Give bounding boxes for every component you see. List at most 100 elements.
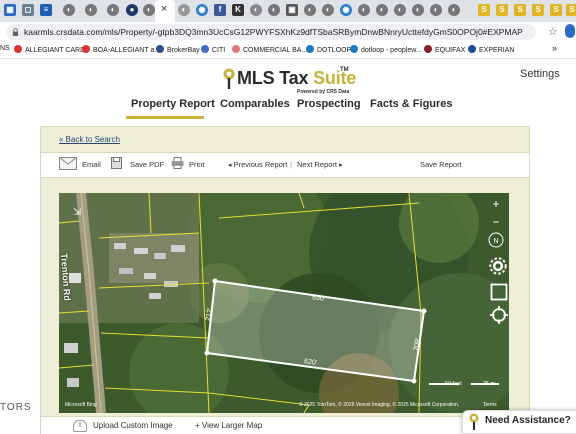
bookmark-item[interactable]: dotloop - peoplew... xyxy=(350,45,422,54)
need-assistance-button[interactable]: Need Assistance? xyxy=(462,410,576,434)
bookmark-icon xyxy=(350,45,358,53)
bookmark-item[interactable]: BrokerBay xyxy=(156,45,200,54)
bookmark-item[interactable]: DOTLOOP xyxy=(306,45,351,54)
tab-icon[interactable]: ◐ xyxy=(376,4,388,16)
tab-icon[interactable]: ▣ xyxy=(286,4,298,16)
assistance-pin-icon xyxy=(469,413,479,430)
print-icon[interactable] xyxy=(171,157,184,169)
locate-icon[interactable] xyxy=(490,306,508,324)
upload-icon[interactable]: ⇧ xyxy=(73,420,87,432)
tab-icon[interactable]: ◉ xyxy=(196,4,208,16)
tab-icon[interactable]: ◻ xyxy=(22,4,34,16)
map-settings-gear-icon[interactable] xyxy=(489,257,507,275)
nav-facts-figures[interactable]: Facts & Figures xyxy=(370,98,453,110)
tab-icon[interactable]: ◐ xyxy=(394,4,406,16)
next-report-link[interactable]: Next Report ▸ xyxy=(297,160,343,169)
tab-icon[interactable]: ◐ xyxy=(412,4,424,16)
tab-icon[interactable]: S xyxy=(478,4,490,16)
bookmark-icon xyxy=(82,45,90,53)
tab-icon[interactable]: ◐ xyxy=(250,4,262,16)
email-button[interactable]: Email xyxy=(82,160,101,169)
tab-icon[interactable]: K xyxy=(232,4,244,16)
bookmarks-more-button[interactable]: » xyxy=(552,43,557,53)
tab-icon[interactable]: S xyxy=(532,4,544,16)
settings-link[interactable]: Settings xyxy=(520,68,560,80)
site-page: MLS Tax Suite TM Powered by CRS Data Set… xyxy=(0,59,576,434)
lock-icon xyxy=(12,28,19,36)
print-button[interactable]: Print xyxy=(189,160,204,169)
bookmark-icon xyxy=(232,45,240,53)
need-assistance-label: Need Assistance? xyxy=(485,415,571,426)
url-input[interactable]: kaarmls.crsdata.com/mls/Property/-gtpb3D… xyxy=(6,24,536,40)
parcel-map[interactable]: 630' 620' 212' 209' Trenton Rd ⇲ + − N 5… xyxy=(59,193,509,413)
nav-prospecting[interactable]: Prospecting xyxy=(297,98,361,110)
scale-label-feet: 50 feet xyxy=(445,381,462,387)
bookmark-item[interactable]: BOA-ALLEGIANT a... xyxy=(82,45,160,54)
logo-trademark: TM xyxy=(340,67,349,73)
map-brand: Microsoft Bing xyxy=(65,402,97,408)
nav-comparables[interactable]: Comparables xyxy=(220,98,290,110)
close-tab-icon[interactable]: × xyxy=(161,3,167,15)
back-to-search-link[interactable]: « Back to Search xyxy=(59,135,120,144)
partial-page-text: TORS xyxy=(0,402,32,413)
tab-icon[interactable]: ◉ xyxy=(340,4,352,16)
main-nav: Property Report Comparables Prospecting … xyxy=(0,98,576,120)
bookmark-item[interactable]: ALLEGIANT CARD xyxy=(14,45,85,54)
map-footer: ⇧ Upload Custom Image + View Larger Map xyxy=(41,416,529,434)
tab-icon[interactable]: ◐ xyxy=(304,4,316,16)
bookmark-icon xyxy=(424,45,432,53)
email-icon[interactable] xyxy=(59,157,77,170)
map-attribution: © 2025 TomTom, © 2025 Vexcel Imaging, © … xyxy=(299,402,460,408)
upload-custom-image-button[interactable]: Upload Custom Image xyxy=(93,421,173,430)
zoom-in-button[interactable]: + xyxy=(487,195,505,213)
tab-icon[interactable]: ◐ xyxy=(268,4,280,16)
street-view-icon[interactable]: ⇲ xyxy=(73,207,85,219)
chevron-left-icon: ◂ xyxy=(228,162,232,169)
bookmark-item[interactable]: COMMERCIAL BA... xyxy=(232,45,307,54)
mls-tax-suite-logo[interactable]: MLS Tax Suite TM Powered by CRS Data xyxy=(222,67,362,95)
tab-icon[interactable]: ◐ xyxy=(178,4,190,16)
map-terms-link[interactable]: Terms xyxy=(483,402,497,408)
bookmark-star-icon[interactable]: ☆ xyxy=(548,25,558,38)
bookmark-icon xyxy=(468,45,476,53)
tab-icon[interactable]: ≡ xyxy=(40,4,52,16)
tab-icon[interactable]: S xyxy=(496,4,508,16)
toolbar-divider: | xyxy=(290,160,292,169)
bookmarks-bar: NS ALLEGIANT CARD BOA-ALLEGIANT a... Bro… xyxy=(0,42,576,59)
save-report-button[interactable]: Save Report xyxy=(420,160,462,169)
save-pdf-button[interactable]: Save PDF xyxy=(130,160,164,169)
logo-text: MLS Tax Suite xyxy=(237,68,357,88)
tab-icon[interactable]: ◐ xyxy=(430,4,442,16)
tab-icon[interactable]: ◐ xyxy=(85,4,97,16)
tab-icon[interactable]: ● xyxy=(126,4,138,16)
previous-report-link[interactable]: ◂ Previous Report xyxy=(228,160,287,169)
bookmark-icon xyxy=(306,45,314,53)
aerial-imagery xyxy=(59,193,509,413)
tab-icon[interactable]: ◐ xyxy=(63,4,75,16)
scale-label-meters: 25 m xyxy=(483,381,496,387)
save-pdf-icon[interactable] xyxy=(111,157,122,169)
view-larger-map-link[interactable]: + View Larger Map xyxy=(195,421,262,430)
tab-icon[interactable]: ◐ xyxy=(107,4,119,16)
compass-icon[interactable]: N xyxy=(487,231,505,249)
bookmark-item[interactable]: EXPERIAN xyxy=(468,45,514,54)
draw-area-icon[interactable] xyxy=(490,283,508,301)
tab-icon[interactable]: ◐ xyxy=(358,4,370,16)
tab-icon[interactable]: ◐ xyxy=(448,4,460,16)
profile-avatar[interactable] xyxy=(565,24,575,38)
facebook-tab-icon[interactable]: f xyxy=(214,4,226,16)
tab-icon[interactable]: S xyxy=(566,4,576,16)
bookmark-item[interactable]: EQUIFAX xyxy=(424,45,465,54)
tab-icon[interactable]: ◐ xyxy=(143,4,155,16)
nav-property-report[interactable]: Property Report xyxy=(131,98,215,110)
zoom-out-button[interactable]: − xyxy=(487,213,505,231)
active-nav-indicator xyxy=(126,116,204,119)
tab-icon[interactable]: S xyxy=(514,4,526,16)
tab-icon[interactable]: S xyxy=(550,4,562,16)
svg-text:N: N xyxy=(493,238,498,245)
property-report-panel: « Back to Search Email Save PDF Print ◂ … xyxy=(40,126,530,434)
tab-icon[interactable]: ◐ xyxy=(322,4,334,16)
tab-icon[interactable]: ▦ xyxy=(4,4,16,16)
bookmark-item[interactable]: CITI xyxy=(201,45,225,54)
bookmark-item[interactable]: NS xyxy=(0,45,10,52)
